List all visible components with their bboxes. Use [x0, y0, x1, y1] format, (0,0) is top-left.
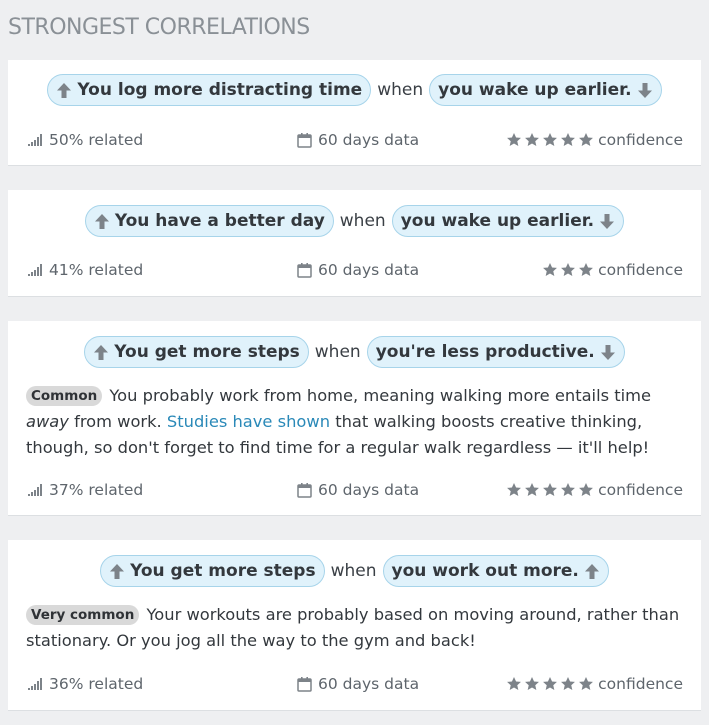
confidence-label: confidence [598, 675, 683, 693]
signal-icon [28, 678, 43, 690]
arrow-up-icon [94, 213, 110, 230]
correlation-headline: You get more steps when you work out mor… [8, 555, 701, 587]
arrow-up-icon [93, 344, 109, 361]
days-text: 60 days data [318, 131, 420, 149]
confidence-stars [506, 482, 594, 498]
cause-label: you wake up earlier. [400, 211, 595, 231]
effect-pill[interactable]: You get more steps [84, 336, 309, 368]
star-icon [542, 482, 558, 498]
when-label: when [314, 342, 361, 362]
star-icon [506, 676, 522, 692]
studies-link[interactable]: Studies have shown [167, 412, 330, 431]
card-footer: 50% related 60 days data confidence [8, 128, 701, 152]
correlation-card: You get more steps when you work out mor… [8, 540, 701, 711]
confidence-stars [542, 262, 594, 278]
arrow-up-icon [584, 563, 600, 580]
calendar-icon [297, 482, 312, 498]
related-text: 36% related [49, 675, 144, 693]
calendar-icon [297, 132, 312, 148]
desc-text: from work. [74, 412, 162, 431]
days-text: 60 days data [318, 675, 420, 693]
cause-pill[interactable]: you wake up earlier. [429, 74, 662, 106]
related-text: 37% related [49, 481, 144, 499]
arrow-up-icon [109, 563, 125, 580]
arrow-down-icon [637, 82, 653, 99]
common-badge: Common [26, 386, 103, 406]
when-label: when [339, 211, 386, 231]
star-icon [560, 676, 576, 692]
when-label: when [377, 80, 424, 100]
effect-pill[interactable]: You get more steps [100, 555, 325, 587]
correlation-headline: You have a better day when you wake up e… [8, 205, 701, 237]
confidence-label: confidence [598, 131, 683, 149]
effect-pill[interactable]: You log more distracting time [47, 74, 372, 106]
cause-label: you wake up earlier. [438, 80, 632, 100]
correlation-card: You get more steps when you're less prod… [8, 321, 701, 516]
calendar-icon [297, 262, 312, 278]
signal-icon [28, 484, 43, 496]
star-icon [560, 262, 576, 278]
desc-emphasis: away [26, 412, 69, 431]
effect-label: You log more distracting time [77, 80, 363, 100]
card-description: Very common Your workouts are probably b… [26, 602, 683, 654]
cause-pill[interactable]: you work out more. [382, 555, 609, 587]
star-icon [542, 676, 558, 692]
cause-pill[interactable]: you wake up earlier. [391, 205, 625, 237]
arrow-up-icon [56, 82, 72, 99]
correlation-headline: You log more distracting time when you w… [8, 74, 701, 106]
card-description: Common You probably work from home, mean… [26, 383, 683, 461]
correlation-headline: You get more steps when you're less prod… [8, 336, 701, 368]
card-footer: 36% related 60 days data confidence [8, 672, 701, 696]
star-icon [560, 482, 576, 498]
effect-label: You get more steps [114, 342, 300, 362]
confidence-label: confidence [598, 481, 683, 499]
cause-label: you're less productive. [375, 342, 595, 362]
correlation-card: You log more distracting time when you w… [8, 60, 701, 166]
arrow-down-icon [599, 213, 615, 230]
star-icon [542, 132, 558, 148]
star-icon [560, 132, 576, 148]
cause-label: you work out more. [391, 561, 579, 581]
star-icon [524, 482, 540, 498]
correlation-card: You have a better day when you wake up e… [8, 190, 701, 297]
star-icon [524, 132, 540, 148]
cause-pill[interactable]: you're less productive. [366, 336, 625, 368]
effect-pill[interactable]: You have a better day [84, 205, 334, 237]
star-icon [542, 262, 558, 278]
confidence-stars [506, 676, 594, 692]
section-title: STRONGEST CORRELATIONS [8, 15, 310, 40]
signal-icon [28, 134, 43, 146]
star-icon [578, 132, 594, 148]
card-footer: 37% related 60 days data confidence [8, 478, 701, 502]
related-text: 41% related [49, 261, 144, 279]
star-icon [578, 676, 594, 692]
arrow-down-icon [600, 344, 616, 361]
star-icon [506, 482, 522, 498]
effect-label: You get more steps [130, 561, 316, 581]
days-text: 60 days data [318, 481, 420, 499]
related-text: 50% related [49, 131, 144, 149]
desc-text: You probably work from home, meaning wal… [109, 386, 652, 405]
calendar-icon [297, 676, 312, 692]
confidence-label: confidence [598, 261, 683, 279]
star-icon [578, 482, 594, 498]
star-icon [578, 262, 594, 278]
days-text: 60 days data [318, 261, 420, 279]
signal-icon [28, 264, 43, 276]
very-common-badge: Very common [26, 605, 140, 625]
card-footer: 41% related 60 days data confidence [8, 258, 701, 282]
effect-label: You have a better day [114, 211, 325, 231]
star-icon [506, 132, 522, 148]
star-icon [524, 676, 540, 692]
confidence-stars [506, 132, 594, 148]
when-label: when [330, 561, 377, 581]
